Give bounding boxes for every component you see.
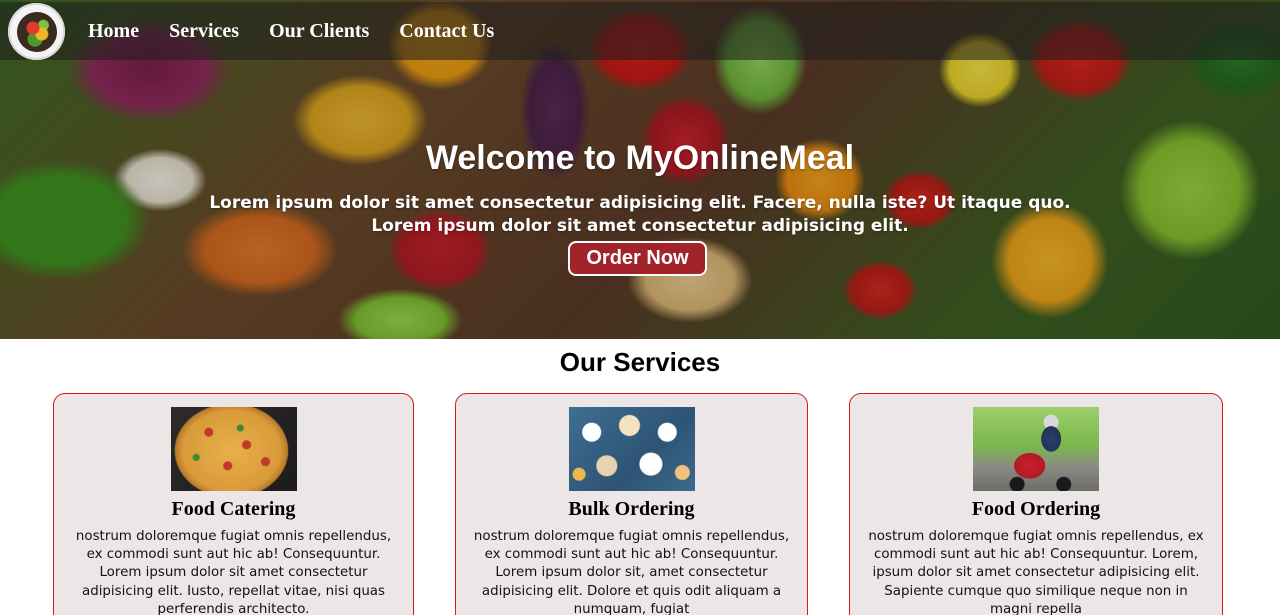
service-card-bulk-ordering: Bulk Ordering nostrum doloremque fugiat … bbox=[455, 393, 808, 615]
service-card-text: nostrum doloremque fugiat omnis repellen… bbox=[473, 529, 790, 615]
nav-link-our-clients[interactable]: Our Clients bbox=[269, 20, 369, 43]
hero-subtitle-line-2: Lorem ipsum dolor sit amet consectetur a… bbox=[371, 216, 909, 236]
order-now-button[interactable]: Order Now bbox=[568, 241, 707, 276]
nav-link-contact-us[interactable]: Contact Us bbox=[399, 20, 494, 43]
service-card-food-catering: Food Catering nostrum doloremque fugiat … bbox=[53, 393, 414, 615]
banquet-table-image bbox=[569, 407, 695, 491]
site-logo[interactable] bbox=[8, 3, 65, 60]
service-card-title: Bulk Ordering bbox=[568, 498, 695, 520]
pizza-image bbox=[171, 407, 297, 491]
nav-link-services[interactable]: Services bbox=[169, 20, 239, 43]
service-card-text: nostrum doloremque fugiat omnis repellen… bbox=[75, 529, 392, 615]
services-heading: Our Services bbox=[559, 347, 721, 377]
service-card-title: Food Ordering bbox=[971, 498, 1101, 520]
nav-link-home[interactable]: Home bbox=[88, 20, 139, 43]
hero-title: Welcome to MyOnlineMeal bbox=[425, 139, 855, 177]
service-card-food-ordering: Food Ordering nostrum doloremque fugiat … bbox=[849, 393, 1223, 615]
food-bowl-icon bbox=[16, 11, 57, 52]
delivery-rider-image bbox=[973, 407, 1099, 491]
hero-subtitle: Lorem ipsum dolor sit amet consectetur a… bbox=[0, 192, 1280, 238]
service-card-title: Food Catering bbox=[171, 498, 296, 520]
main-nav: Home Services Our Clients Contact Us bbox=[88, 0, 494, 62]
service-card-text: nostrum doloremque fugiat omnis repellen… bbox=[868, 529, 1204, 615]
hero-subtitle-line-1: Lorem ipsum dolor sit amet consectetur a… bbox=[209, 193, 1071, 213]
